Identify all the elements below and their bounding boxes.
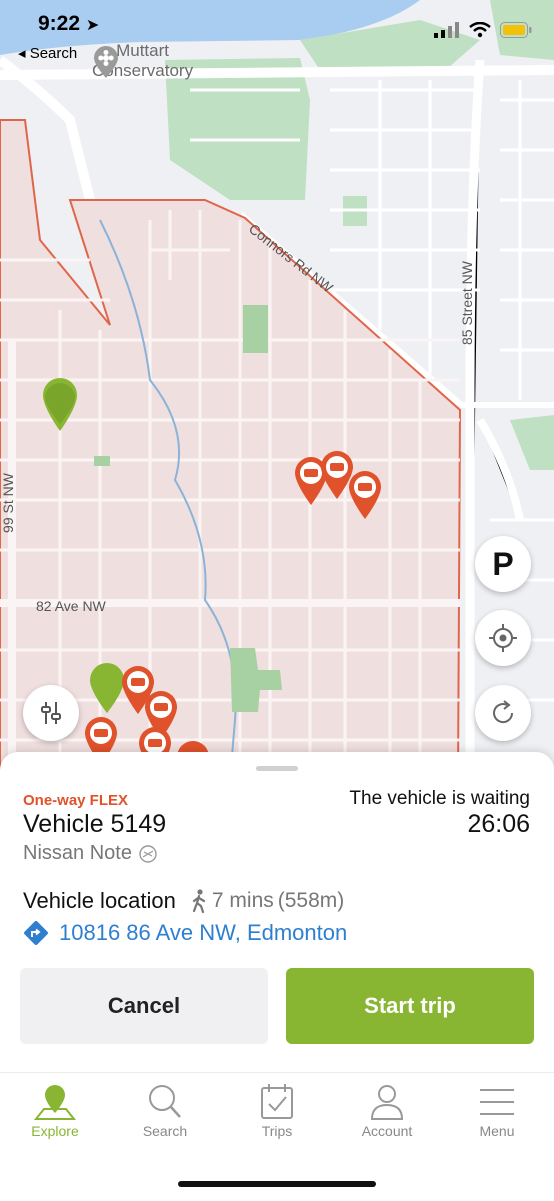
tab-search[interactable]: Search [110, 1083, 220, 1139]
locate-me-button[interactable] [475, 610, 531, 666]
car-pin-icon[interactable] [348, 470, 382, 520]
walking-person-icon [192, 889, 205, 913]
vehicle-location-row: Vehicle location 7 mins (558m) [23, 888, 344, 914]
fuel-type-icon [139, 844, 157, 863]
tab-account[interactable]: Account [332, 1083, 442, 1139]
refresh-icon [493, 700, 514, 724]
walking-estimate: 7 mins (558m) [190, 889, 344, 913]
tab-trips[interactable]: Trips [222, 1083, 332, 1139]
countdown-timer: 26:06 [467, 810, 530, 838]
map-pin-icon [33, 1085, 77, 1120]
street-label-85-street: 85 Street NW [459, 260, 476, 346]
start-trip-button[interactable]: Start trip [286, 968, 534, 1044]
vehicle-model: Nissan Note [23, 842, 158, 865]
search-icon [149, 1085, 181, 1118]
menu-icon [480, 1089, 514, 1115]
status-time: 9:22 ➤ [38, 12, 100, 35]
wifi-icon [469, 22, 491, 38]
location-arrow-icon: ➤ [85, 17, 100, 34]
cancel-button[interactable]: Cancel [20, 968, 268, 1044]
crosshair-icon [489, 624, 517, 652]
battery-icon [500, 22, 532, 38]
waiting-label: The vehicle is waiting [349, 788, 530, 809]
vehicle-location-label: Vehicle location [23, 888, 176, 913]
status-bar: 9:22 ➤ ◂ Search [0, 0, 554, 70]
filter-button[interactable] [23, 685, 79, 741]
station-pin-green[interactable] [42, 376, 78, 432]
vehicle-address-link[interactable]: 10816 86 Ave NW, Edmonton [23, 920, 347, 946]
refresh-button[interactable] [475, 685, 531, 741]
signal-icon [434, 22, 459, 38]
vehicle-name: Vehicle 5149 [23, 810, 167, 838]
back-to-search-link[interactable]: ◂ Search [18, 44, 77, 62]
status-icons [434, 22, 532, 38]
parking-button[interactable]: P [475, 536, 531, 592]
tab-bar: Explore Search Trips Account Menu [0, 1072, 554, 1201]
street-label-99-st: 99 St NW [0, 473, 16, 533]
map-view[interactable]: Muttart Conservatory Connors Rd NW 85 St… [0, 0, 554, 780]
sliders-icon [41, 702, 61, 724]
tab-explore[interactable]: Explore [0, 1083, 110, 1139]
home-indicator [178, 1181, 376, 1187]
street-label-82-ave: 82 Ave NW [36, 598, 106, 614]
station-pin-green[interactable] [89, 662, 125, 714]
directions-icon [24, 921, 48, 945]
trip-type-label: One-way FLEX [23, 792, 129, 809]
sheet-drag-handle[interactable] [256, 766, 298, 771]
calendar-check-icon [261, 1084, 293, 1119]
person-icon [370, 1085, 404, 1120]
tab-menu[interactable]: Menu [442, 1083, 552, 1139]
map-canvas [0, 0, 554, 780]
